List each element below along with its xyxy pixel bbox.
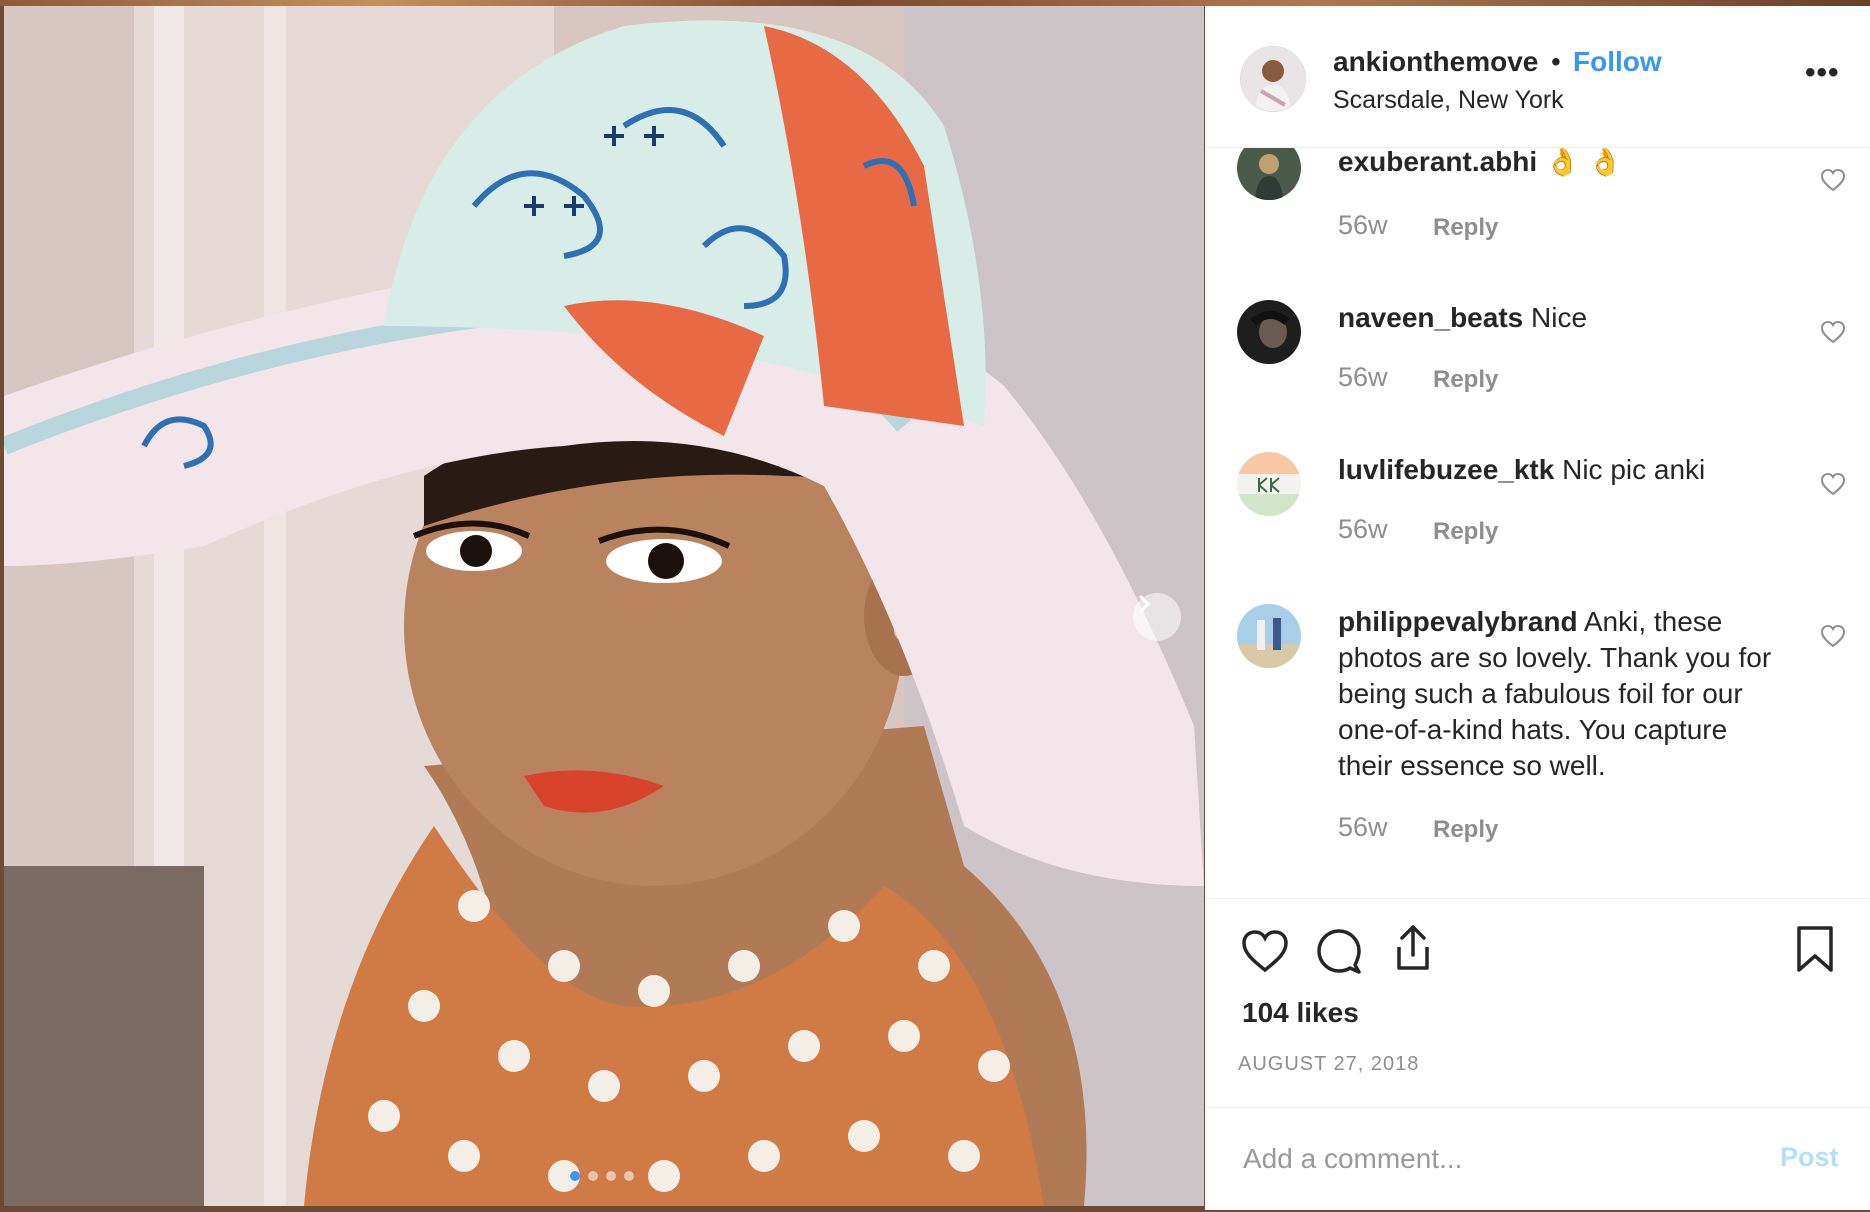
share-icon[interactable]	[1391, 923, 1435, 973]
comment-age[interactable]: 56w	[1338, 514, 1388, 545]
likes-count[interactable]: 104 likes	[1242, 997, 1359, 1029]
photo-illustration	[4, 6, 1204, 1206]
comment-reply-button[interactable]: Reply	[1433, 214, 1498, 242]
avatar-image	[1237, 604, 1301, 668]
comment-username[interactable]: exuberant.abhi	[1338, 148, 1537, 177]
add-comment-input[interactable]	[1241, 1136, 1745, 1182]
comment-age[interactable]: 56w	[1338, 362, 1388, 393]
chevron-right-icon	[1139, 595, 1151, 613]
like-comment-heart-icon[interactable]	[1820, 320, 1846, 344]
comment-text: Nic pic anki	[1562, 454, 1706, 485]
comment-reply-button[interactable]: Reply	[1433, 366, 1498, 394]
carousel-dots	[570, 1171, 634, 1181]
comment-username[interactable]: luvlifebuzee_ktk	[1338, 454, 1554, 485]
comment-username[interactable]: philippevalybrand	[1338, 606, 1578, 637]
like-comment-heart-icon[interactable]	[1820, 472, 1846, 496]
comment-age[interactable]: 56w	[1338, 812, 1388, 843]
like-comment-heart-icon[interactable]	[1820, 624, 1846, 648]
comment-username[interactable]: naveen_beats	[1338, 302, 1523, 333]
commenter-avatar[interactable]	[1237, 148, 1301, 200]
avatar-image	[1237, 300, 1301, 364]
avatar-image	[1237, 148, 1301, 200]
post-date[interactable]: AUGUST 27, 2018	[1238, 1053, 1419, 1076]
post-comment-button[interactable]: Post	[1780, 1142, 1839, 1173]
like-comment-heart-icon[interactable]	[1820, 168, 1846, 192]
post-side-panel: ankionthemove • Follow Scarsdale, New Yo…	[1205, 6, 1870, 1210]
commenter-avatar[interactable]	[1237, 452, 1301, 516]
comment-text: 👌 👌	[1544, 148, 1623, 177]
carousel-dot[interactable]	[624, 1171, 634, 1181]
post-header: ankionthemove • Follow Scarsdale, New Yo…	[1205, 6, 1870, 148]
comment-text: Nice	[1531, 302, 1588, 333]
carousel-dot[interactable]	[588, 1171, 598, 1181]
comment-age[interactable]: 56w	[1338, 210, 1388, 241]
next-photo-button[interactable]	[1133, 593, 1181, 641]
comment-reply-button[interactable]: Reply	[1433, 518, 1498, 546]
post-photo[interactable]	[4, 6, 1204, 1206]
save-bookmark-icon[interactable]	[1795, 925, 1835, 973]
post-location[interactable]: Scarsdale, New York	[1333, 86, 1564, 115]
commenter-avatar[interactable]	[1237, 604, 1301, 668]
follow-button[interactable]: Follow	[1573, 46, 1662, 78]
comment-reply-button[interactable]: Reply	[1433, 816, 1498, 844]
avatar-image	[1237, 452, 1301, 516]
comments-list: exuberant.abhi 👌 👌 56w Reply naveen_beat…	[1205, 148, 1870, 898]
avatar-image	[1241, 47, 1305, 111]
carousel-dot[interactable]	[606, 1171, 616, 1181]
commenter-avatar[interactable]	[1237, 300, 1301, 364]
add-comment-bar: Post	[1205, 1107, 1870, 1212]
header-separator: •	[1551, 46, 1561, 77]
carousel-dot-active[interactable]	[570, 1171, 580, 1181]
author-username[interactable]: ankionthemove	[1333, 46, 1538, 78]
post-actions: 104 likes AUGUST 27, 2018 Post	[1205, 898, 1870, 1211]
author-avatar[interactable]	[1240, 46, 1306, 112]
more-options-button[interactable]: •••	[1805, 56, 1840, 90]
like-heart-icon[interactable]	[1241, 929, 1289, 973]
comment-bubble-icon[interactable]	[1315, 927, 1363, 975]
